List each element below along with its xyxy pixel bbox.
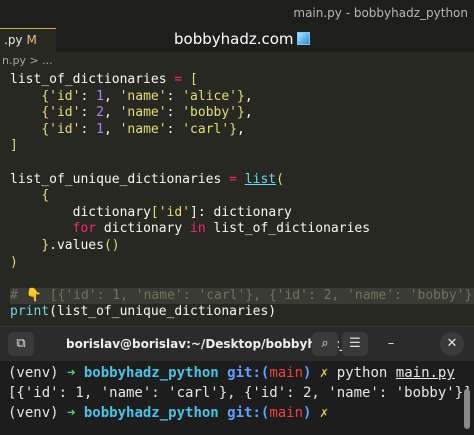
code-line: list_of_unique_dictionaries = list( [10,172,474,189]
code-token: 'bobby' [182,105,238,121]
watermark: bobbyhadz.com [174,30,310,48]
prompt-arrow-icon: ➜ [67,405,84,421]
code-line: { [10,188,474,205]
code-line: dictionary['id']: dictionary [10,205,474,222]
code-line: {'id': 2, 'name': 'bobby'}, [41,105,253,121]
code-token: () [103,237,120,253]
code-line: ] [10,138,474,155]
code-token: dictionary [96,221,191,237]
terminal-command-file: main.py [395,365,455,381]
cube-icon [296,32,310,45]
code-token: .values [49,237,104,253]
breadcrumb[interactable]: n.py > ... [0,54,474,70]
terminal-output[interactable]: (venv) ➜ bobbyhadz_python git:(main) ✗ p… [8,363,472,423]
terminal-tab-icon[interactable]: ⧉ [8,332,34,356]
code-token: = [221,171,245,187]
code-token: list_of_dictionaries [10,72,167,87]
terminal-header: ⧉ borislav@borislav:~/Desktop/bobbyhadz_… [0,327,474,361]
code-token: = [166,72,191,87]
dirty-mark-icon: ✗ [311,405,329,421]
code-token: { [41,105,50,121]
hamburger-menu-icon[interactable]: ☰ [342,332,368,356]
code-token: ) [10,254,18,270]
prompt-directory: bobbyhadz_python [83,405,219,421]
terminal-window[interactable]: ⧉ borislav@borislav:~/Desktop/bobbyhadz_… [0,326,474,435]
code-token: (list_of_unique_dictionaries) [49,304,277,320]
code-token: 'id' [158,204,191,220]
code-token: { [41,88,50,104]
watermark-text: bobbyhadz.com [174,30,294,48]
code-token: { [41,188,50,204]
code-token: 'name' [119,121,167,137]
code-token: 'alice' [182,88,238,104]
code-token: ( [276,171,284,187]
code-token: dictionary [72,204,151,220]
prompt-branch: main [269,405,304,421]
prompt-arrow-icon: ➜ [67,365,84,381]
venv-label: (venv) [8,365,68,381]
tab-main-py[interactable]: .py M [0,28,56,52]
prompt-directory: bobbyhadz_python [83,365,219,381]
code-line: list_of_dictionaries = [ [10,72,474,89]
code-token: { [41,121,50,137]
code-token: list_of_dictionaries [205,221,371,237]
prompt-branch: main [269,365,304,381]
tab-label: .py [4,33,23,47]
code-line: }.values() [10,238,474,255]
code-token: 'name' [119,105,167,121]
code-line: ) [10,255,474,272]
code-token: [ [190,72,198,87]
terminal-scrollbar[interactable] [464,389,470,429]
tab-modified-badge: M [26,33,37,47]
code-editor[interactable]: list_of_dictionaries = [ {'id': 1, 'name… [10,72,474,321]
terminal-output-line: [{'id': 1, 'name': 'carl'}, {'id': 2, 'n… [8,385,472,401]
code-token: 'name' [119,88,167,104]
code-line: for dictionary in list_of_dictionaries [10,221,474,238]
terminal-command: python [336,365,396,381]
code-token: 1 [96,88,104,104]
code-token: 1 [96,121,104,137]
code-token: [{'id': 1, 'name': 'carl'}, {'id': 2, 'n… [41,287,474,303]
code-token: 'id' [49,121,81,137]
code-token: } [41,237,50,253]
code-token: in [190,221,206,237]
terminal-line: (venv) ➜ bobbyhadz_python git:(main) ✗ p… [8,363,455,383]
window-titlebar: main.py - bobbyhadz_python [0,0,474,28]
code-line: # 👇 [{'id': 1, 'name': 'carl'}, {'id': 2… [10,287,474,305]
code-token: 2 [96,105,104,121]
pointing-down-emoji-icon: 👇 [25,287,42,303]
prompt-git: git:( [218,365,270,381]
close-icon[interactable]: ✕ [440,332,464,356]
code-token: # [10,287,26,303]
terminal-line: (venv) ➜ bobbyhadz_python git:(main) ✗ [8,403,448,423]
code-token: list [244,171,277,187]
code-line: {'id': 1, 'name': 'carl'}, [41,121,245,137]
code-line: print(list_of_unique_dictionaries) [10,304,474,321]
prompt-git: git:( [218,405,270,421]
code-token: 'carl' [182,121,230,137]
code-token: ] [10,138,18,154]
window-title: main.py - bobbyhadz_python [293,6,468,20]
venv-label: (venv) [8,405,68,421]
code-token: for [72,221,97,237]
search-icon[interactable]: ⌕ [312,332,338,356]
code-token: print [10,304,50,320]
minimize-icon[interactable]: – [378,332,404,356]
code-token: [ [150,204,159,220]
code-token: ]: dictionary [190,204,292,220]
code-token: 'id' [49,105,81,121]
code-token: 'id' [49,88,81,104]
code-token: list_of_unique_dictionaries [10,171,222,187]
code-line: {'id': 1, 'name': 'alice'}, [41,88,253,104]
dirty-mark-icon: ✗ [311,365,337,381]
